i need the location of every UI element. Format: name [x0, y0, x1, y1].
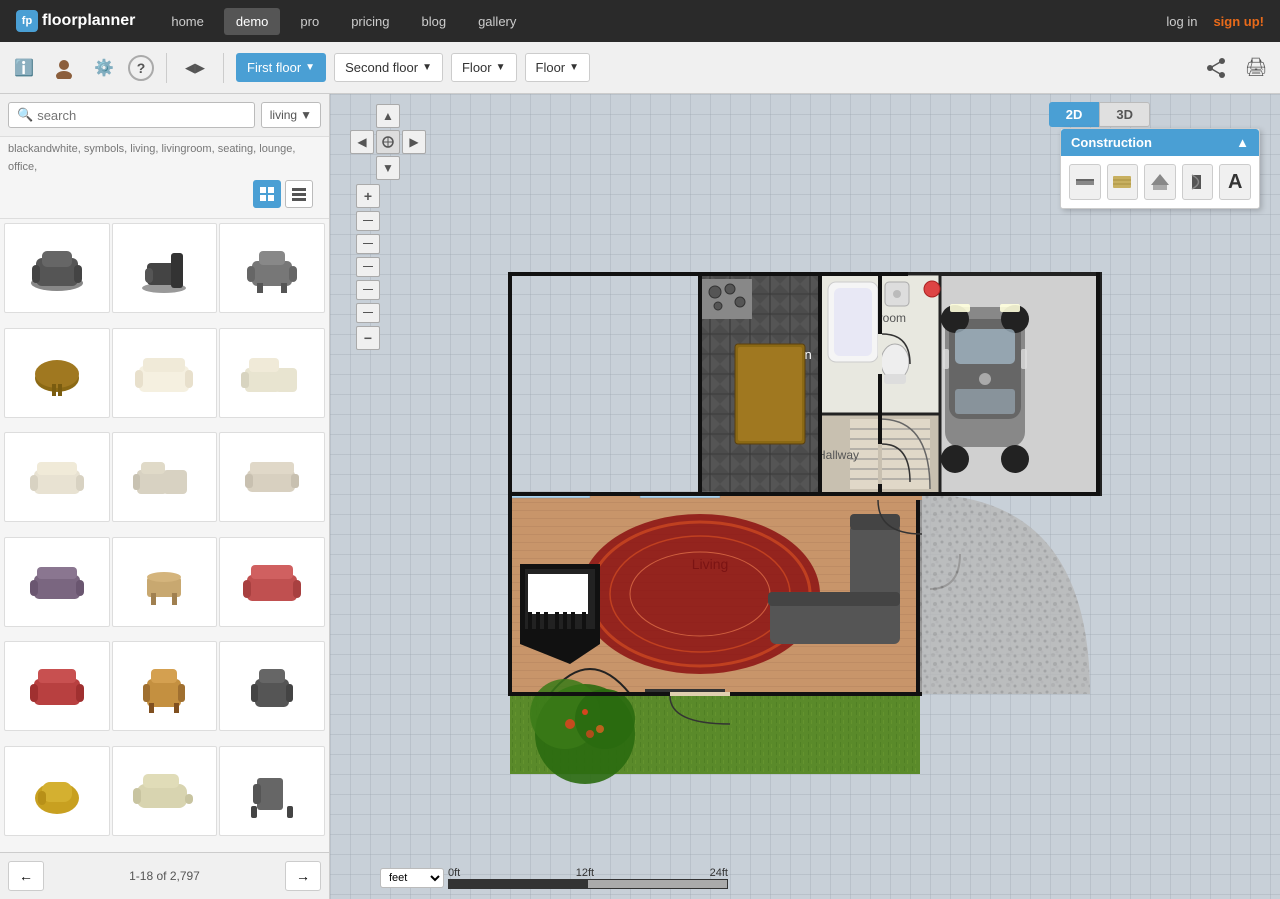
construction-panel-collapse[interactable]: ▲: [1236, 135, 1249, 150]
next-page-button[interactable]: →: [285, 861, 321, 891]
tags-list: blackandwhite, symbols, living, livingro…: [0, 137, 329, 219]
nav-up-button[interactable]: ▲: [376, 104, 400, 128]
list-item[interactable]: [219, 641, 325, 731]
sidebar: 🔍 living ▼ blackandwhite, symbols, livin…: [0, 94, 330, 899]
canvas-area[interactable]: ▲ ◀ ▶ ▼ + — — — — — −: [330, 94, 1280, 899]
logo-text: floorplanner: [42, 12, 135, 30]
nav-down-button[interactable]: ▼: [376, 156, 400, 180]
info-icon-button[interactable]: ℹ️: [8, 52, 40, 84]
filter-button[interactable]: living ▼: [261, 102, 321, 128]
list-view-button[interactable]: [285, 180, 313, 208]
list-item[interactable]: [219, 432, 325, 522]
navigation-controls: ▲ ◀ ▶ ▼: [350, 104, 426, 180]
nav-pro[interactable]: pro: [288, 8, 331, 35]
construction-panel: Construction ▲: [1060, 128, 1260, 209]
toolbar-divider-2: [223, 53, 224, 83]
list-item[interactable]: [219, 328, 325, 418]
list-item[interactable]: [219, 223, 325, 313]
search-input[interactable]: [37, 108, 246, 123]
floor3-chevron: ▼: [496, 62, 506, 73]
list-item[interactable]: [112, 432, 218, 522]
second-floor-chevron: ▼: [422, 62, 432, 73]
list-item[interactable]: [219, 746, 325, 836]
toolbar: ℹ️ ⚙️ ? ◀▶ First floor ▼ Second floor ▼ …: [0, 42, 1280, 94]
list-item[interactable]: [112, 328, 218, 418]
search-bar: 🔍 living ▼: [0, 94, 329, 137]
search-input-wrap[interactable]: 🔍: [8, 102, 255, 128]
scale-ruler: 0ft 12ft 24ft: [448, 867, 728, 889]
search-icon: 🔍: [17, 107, 33, 123]
list-item[interactable]: [4, 746, 110, 836]
second-floor-button[interactable]: Second floor ▼: [334, 53, 443, 82]
text-tool-button[interactable]: A: [1219, 164, 1251, 200]
list-item[interactable]: [4, 432, 110, 522]
list-item[interactable]: [4, 641, 110, 731]
zoom-tick: —: [356, 234, 380, 254]
nav-left-button[interactable]: ◀: [350, 130, 374, 154]
door-tool-button[interactable]: [1182, 164, 1214, 200]
toolbar-divider-1: [166, 53, 167, 83]
back-forward-buttons[interactable]: ◀▶: [179, 52, 211, 84]
construction-panel-header: Construction ▲: [1061, 129, 1259, 156]
list-item[interactable]: [112, 746, 218, 836]
nav-right-button[interactable]: ▶: [402, 130, 426, 154]
prev-page-button[interactable]: ←: [8, 861, 44, 891]
nav-right-actions: log in sign up!: [1166, 14, 1264, 29]
nav-home[interactable]: home: [159, 8, 216, 35]
floor4-chevron: ▼: [569, 62, 579, 73]
settings-icon-button[interactable]: ⚙️: [88, 52, 120, 84]
pagination-info: 1-18 of 2,797: [129, 869, 200, 883]
roof-tool-button[interactable]: [1144, 164, 1176, 200]
zoom-tick: —: [356, 303, 380, 323]
svg-text:Hallway: Hallway: [817, 448, 859, 462]
view-mode-toggle: 2D 3D: [1049, 102, 1150, 127]
zoom-out-button[interactable]: −: [356, 326, 380, 350]
zoom-tick: —: [356, 257, 380, 277]
list-item[interactable]: [112, 223, 218, 313]
nav-center-button[interactable]: [376, 130, 400, 154]
list-item[interactable]: [4, 223, 110, 313]
logo-icon: fp: [16, 10, 38, 32]
sidebar-footer: ← 1-18 of 2,797 →: [0, 852, 329, 899]
zoom-tick: —: [356, 211, 380, 231]
nav-pricing[interactable]: pricing: [339, 8, 401, 35]
first-floor-button[interactable]: First floor ▼: [236, 53, 326, 82]
filter-chevron: ▼: [300, 108, 312, 122]
floor-3-button[interactable]: Floor ▼: [451, 53, 517, 82]
list-item[interactable]: [112, 641, 218, 731]
list-item[interactable]: [4, 328, 110, 418]
zoom-tick: —: [356, 280, 380, 300]
signup-link[interactable]: sign up!: [1213, 14, 1264, 29]
share-button[interactable]: [1200, 52, 1232, 84]
floor-plan[interactable]: Garage: [390, 134, 1110, 797]
main-layout: 🔍 living ▼ blackandwhite, symbols, livin…: [0, 94, 1280, 899]
zoom-controls: + — — — — — −: [356, 184, 380, 350]
logo[interactable]: fp floorplanner: [16, 10, 135, 32]
list-item[interactable]: [112, 537, 218, 627]
zoom-in-button[interactable]: +: [356, 184, 380, 208]
list-item[interactable]: [219, 537, 325, 627]
nav-gallery[interactable]: gallery: [466, 8, 528, 35]
2d-mode-button[interactable]: 2D: [1049, 102, 1100, 127]
ruler-labels: 0ft 12ft 24ft: [448, 867, 728, 879]
items-grid: [0, 219, 329, 852]
floor-tool-button[interactable]: [1107, 164, 1139, 200]
list-item[interactable]: [4, 537, 110, 627]
first-floor-chevron: ▼: [305, 62, 315, 73]
nav-demo[interactable]: demo: [224, 8, 281, 35]
3d-mode-button[interactable]: 3D: [1099, 102, 1150, 127]
construction-tools: A: [1061, 156, 1259, 208]
grid-view-button[interactable]: [253, 180, 281, 208]
login-link[interactable]: log in: [1166, 14, 1197, 29]
top-navigation: fp floorplanner home demo pro pricing bl…: [0, 0, 1280, 42]
wall-tool-button[interactable]: [1069, 164, 1101, 200]
unit-selector[interactable]: feet meters: [380, 868, 444, 888]
user-icon-button[interactable]: [48, 52, 80, 84]
scale-bar: feet meters 0ft 12ft 24ft: [380, 867, 728, 889]
floor-4-button[interactable]: Floor ▼: [525, 53, 591, 82]
help-icon-button[interactable]: ?: [128, 55, 154, 81]
ruler-bar: [448, 879, 728, 889]
print-button[interactable]: 🖨: [1240, 52, 1272, 84]
nav-blog[interactable]: blog: [410, 8, 459, 35]
